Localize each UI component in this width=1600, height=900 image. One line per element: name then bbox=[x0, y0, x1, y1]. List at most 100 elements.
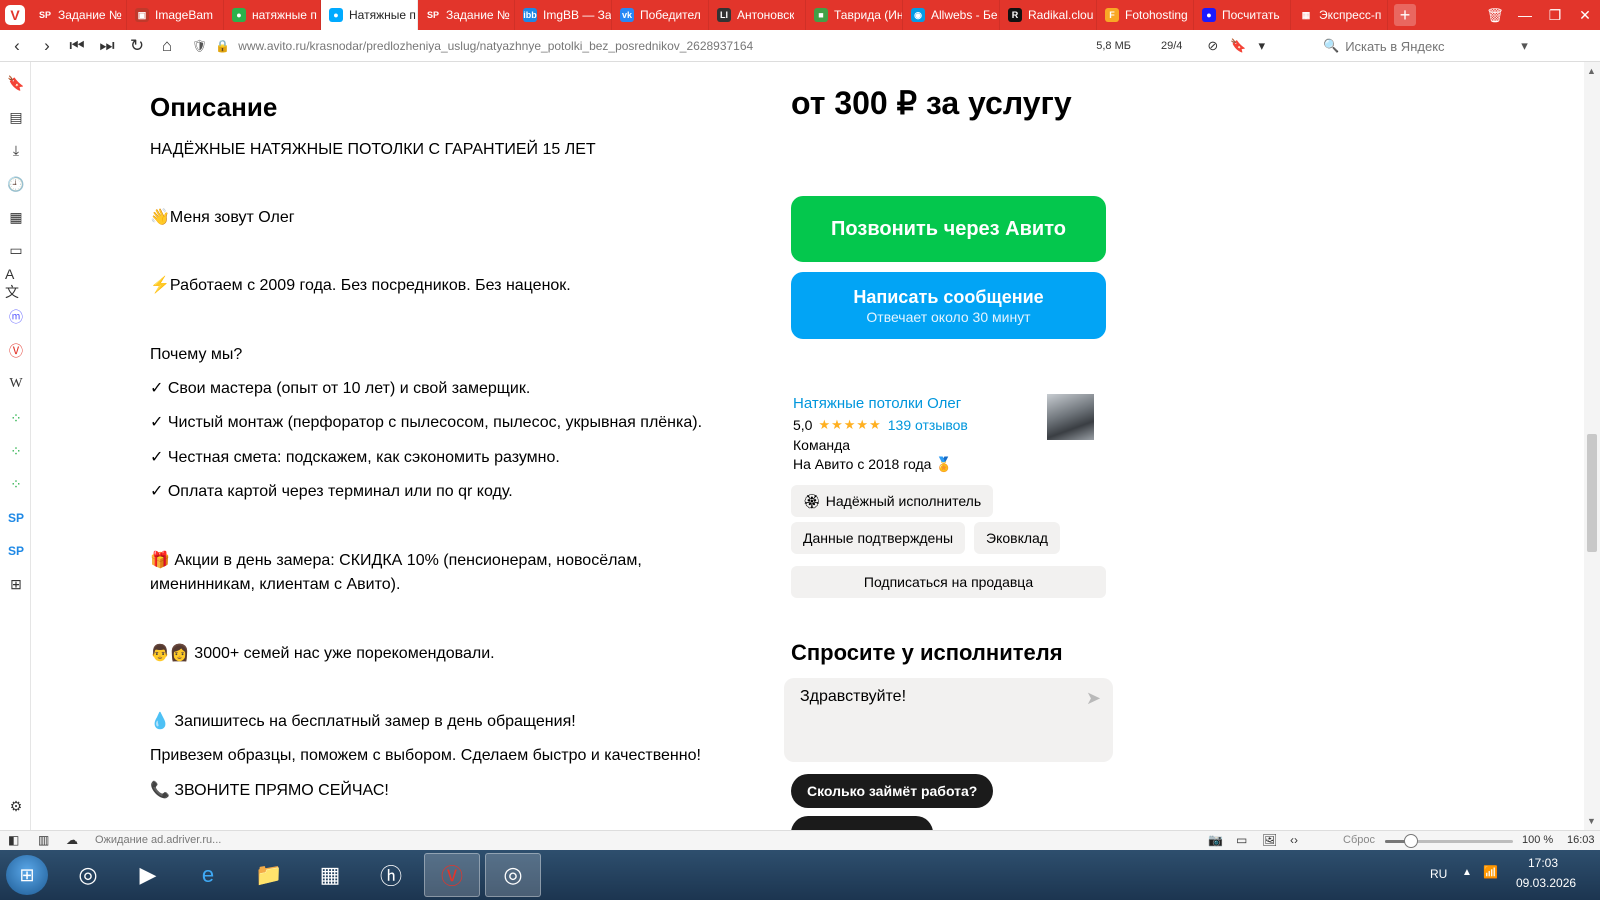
browser-tab[interactable]: ● Посчитать bbox=[1194, 0, 1291, 30]
tile-tabs-icon[interactable]: ▥ bbox=[38, 833, 49, 847]
wikipedia-icon[interactable]: W bbox=[5, 373, 27, 395]
reviews-link[interactable]: 139 отзывов bbox=[888, 417, 968, 433]
search-icon: 🔍 bbox=[1323, 38, 1340, 53]
forward-button[interactable]: › bbox=[34, 33, 60, 59]
media-player-taskbar-icon[interactable]: ▶ bbox=[120, 853, 176, 897]
tray-clock-date[interactable]: 09.03.2026 bbox=[1516, 876, 1576, 890]
history-icon[interactable]: 🕘 bbox=[5, 173, 27, 195]
images-toggle-icon[interactable]: 🖼 bbox=[1262, 833, 1277, 847]
translate-icon[interactable]: A文 bbox=[5, 266, 27, 300]
hp-taskbar-icon[interactable]: ⓗ bbox=[363, 853, 419, 897]
loading-status-text: Ожидание ad.adriver.ru... bbox=[95, 834, 222, 846]
chrome-taskbar-icon[interactable]: ◎ bbox=[60, 853, 116, 897]
browser-tab[interactable]: LI Антоновск bbox=[709, 0, 806, 30]
sp-panel-icon-1[interactable]: SP bbox=[5, 507, 27, 529]
browser-tab[interactable]: F Fotohosting bbox=[1097, 0, 1194, 30]
screenshot-icon[interactable]: 📷 bbox=[1208, 833, 1223, 847]
ask-message-field[interactable]: Здравствуйте! ➤ bbox=[784, 678, 1113, 762]
zoom-reset-button[interactable]: Сброс bbox=[1343, 834, 1375, 846]
seller-avatar-photo[interactable] bbox=[1047, 394, 1094, 440]
vivaldi-taskbar-icon[interactable]: Ⓥ bbox=[424, 853, 480, 897]
search-engine-dropdown-icon[interactable]: ▾ bbox=[1521, 38, 1528, 54]
avito-panel-icon-1[interactable]: ⁘ bbox=[5, 407, 27, 429]
write-message-button[interactable]: Написать сообщение Отвечает около 30 мин… bbox=[791, 272, 1106, 339]
notes-icon[interactable]: ▦ bbox=[5, 206, 27, 228]
browser-tab[interactable]: ● натяжные п bbox=[224, 0, 321, 30]
tab-title: Победител bbox=[640, 8, 701, 22]
browser-tab[interactable]: ibb ImgBB — За bbox=[515, 0, 612, 30]
network-signal-icon[interactable]: 📶 bbox=[1483, 865, 1498, 879]
bookmarks-panel-icon[interactable]: 🔖 bbox=[5, 72, 27, 94]
reliable-performer-badge[interactable]: 🏵 Надёжный исполнитель bbox=[791, 485, 994, 517]
mastodon-icon[interactable]: ⓜ bbox=[5, 306, 27, 328]
reading-list-icon[interactable]: ▤ bbox=[5, 106, 27, 128]
seller-name-link[interactable]: Натяжные потолки Олег bbox=[793, 395, 961, 412]
downloads-icon[interactable]: ⤓ bbox=[5, 139, 27, 161]
office-taskbar-icon[interactable]: ▦ bbox=[302, 853, 358, 897]
shield-icon[interactable]: 🛡 bbox=[192, 39, 207, 53]
description-line: именинникам, клиентам с Авито). bbox=[150, 576, 401, 593]
browser-tab[interactable]: SP Задание № bbox=[418, 0, 515, 30]
eco-deposit-badge[interactable]: Эковклад bbox=[974, 522, 1060, 554]
browser-tab[interactable]: ● Натяжные п bbox=[321, 0, 418, 30]
home-button[interactable]: ⌂ bbox=[154, 33, 180, 59]
sp-panel-icon-2[interactable]: SP bbox=[5, 540, 27, 562]
panel-toggle-icon[interactable]: ◧ bbox=[8, 833, 19, 847]
new-tab-button[interactable]: + bbox=[1394, 4, 1416, 26]
add-web-panel-icon[interactable]: ⊞ bbox=[5, 573, 27, 595]
fast-forward-button[interactable]: ⏭ bbox=[94, 33, 120, 59]
reload-button[interactable]: ↻ bbox=[124, 33, 150, 59]
page-tiling-icon[interactable]: ▭ bbox=[1236, 833, 1247, 847]
close-button[interactable]: ✕ bbox=[1570, 0, 1600, 30]
page-scrollbar[interactable]: ▲ ▼ bbox=[1584, 62, 1600, 830]
browser-tab[interactable]: vk Победител bbox=[612, 0, 709, 30]
window-panel-icon[interactable]: ▭ bbox=[5, 239, 27, 261]
chrome-active-taskbar-icon[interactable]: ◎ bbox=[485, 853, 541, 897]
trash-icon[interactable]: 🗑 bbox=[1480, 0, 1510, 30]
web-page-viewport: Описание НАДЁЖНЫЕ НАТЯЖНЫЕ ПОТОЛКИ С ГАР… bbox=[31, 62, 1584, 830]
scroll-down-arrow-icon[interactable]: ▼ bbox=[1587, 816, 1596, 826]
browser-tab[interactable]: ▣ ImageBam bbox=[127, 0, 224, 30]
bookmark-icon[interactable]: 🔖 bbox=[1230, 38, 1246, 54]
browser-tab[interactable]: ■ Таврида (Ин bbox=[806, 0, 903, 30]
search-input[interactable] bbox=[1345, 38, 1522, 54]
zoom-slider-knob[interactable] bbox=[1404, 834, 1418, 848]
scroll-up-arrow-icon[interactable]: ▲ bbox=[1587, 66, 1596, 76]
keyboard-language[interactable]: RU bbox=[1430, 867, 1447, 881]
chevron-down-icon[interactable]: ▾ bbox=[1258, 38, 1265, 54]
lock-icon[interactable]: 🔒 bbox=[215, 39, 230, 53]
tracker-blocker-icon[interactable]: ⊘ bbox=[1207, 38, 1218, 54]
browser-tab[interactable]: SP Задание № bbox=[30, 0, 127, 30]
ask-message-text[interactable]: Здравствуйте! bbox=[800, 688, 906, 706]
vivaldi-menu-button[interactable]: V bbox=[0, 0, 30, 30]
maximize-button[interactable]: ❐ bbox=[1540, 0, 1570, 30]
rewind-button[interactable]: ⏮ bbox=[64, 33, 90, 59]
subscribe-seller-button[interactable]: Подписаться на продавца bbox=[791, 566, 1106, 598]
browser-tab[interactable]: ▦ Экспресс-п bbox=[1291, 0, 1388, 30]
send-icon[interactable]: ➤ bbox=[1086, 688, 1101, 709]
scrollbar-thumb[interactable] bbox=[1587, 434, 1597, 552]
back-button[interactable]: ‹ bbox=[4, 33, 30, 59]
tab-favicon-icon: ▣ bbox=[135, 8, 149, 22]
quick-question-chip[interactable]: Сколько займёт работа? bbox=[791, 774, 994, 808]
explorer-folder-taskbar-icon[interactable]: 📁 bbox=[241, 853, 297, 897]
address-field[interactable]: 🛡 🔒 www.avito.ru/krasnodar/predlozheniya… bbox=[192, 34, 1277, 58]
tray-clock-time[interactable]: 17:03 bbox=[1528, 856, 1558, 870]
browser-tab[interactable]: R Radikal.clou bbox=[1000, 0, 1097, 30]
minimize-button[interactable]: — bbox=[1510, 0, 1540, 30]
call-via-avito-button[interactable]: Позвонить через Авито bbox=[791, 196, 1106, 262]
page-actions-icon[interactable]: ‹› bbox=[1290, 833, 1298, 847]
tray-expand-icon[interactable]: ▲ bbox=[1462, 867, 1472, 878]
start-button[interactable]: ⊞ bbox=[6, 855, 48, 895]
vivaldi-icon[interactable]: Ⓥ bbox=[5, 340, 27, 362]
url-text[interactable]: www.avito.ru/krasnodar/predlozheniya_usl… bbox=[238, 39, 1096, 53]
cloud-sync-icon[interactable]: ☁ bbox=[66, 833, 78, 847]
quick-question-chip[interactable] bbox=[791, 816, 933, 830]
verified-data-badge[interactable]: Данные подтверждены bbox=[791, 522, 966, 554]
avito-panel-icon-2[interactable]: ⁘ bbox=[5, 440, 27, 462]
settings-gear-icon[interactable]: ⚙ bbox=[5, 795, 27, 817]
search-field[interactable]: 🔍 ▾ bbox=[1323, 34, 1528, 58]
internet-explorer-taskbar-icon[interactable]: e bbox=[180, 853, 236, 897]
browser-tab[interactable]: ◉ Allwebs - Бе bbox=[903, 0, 1000, 30]
avito-panel-icon-3[interactable]: ⁘ bbox=[5, 473, 27, 495]
